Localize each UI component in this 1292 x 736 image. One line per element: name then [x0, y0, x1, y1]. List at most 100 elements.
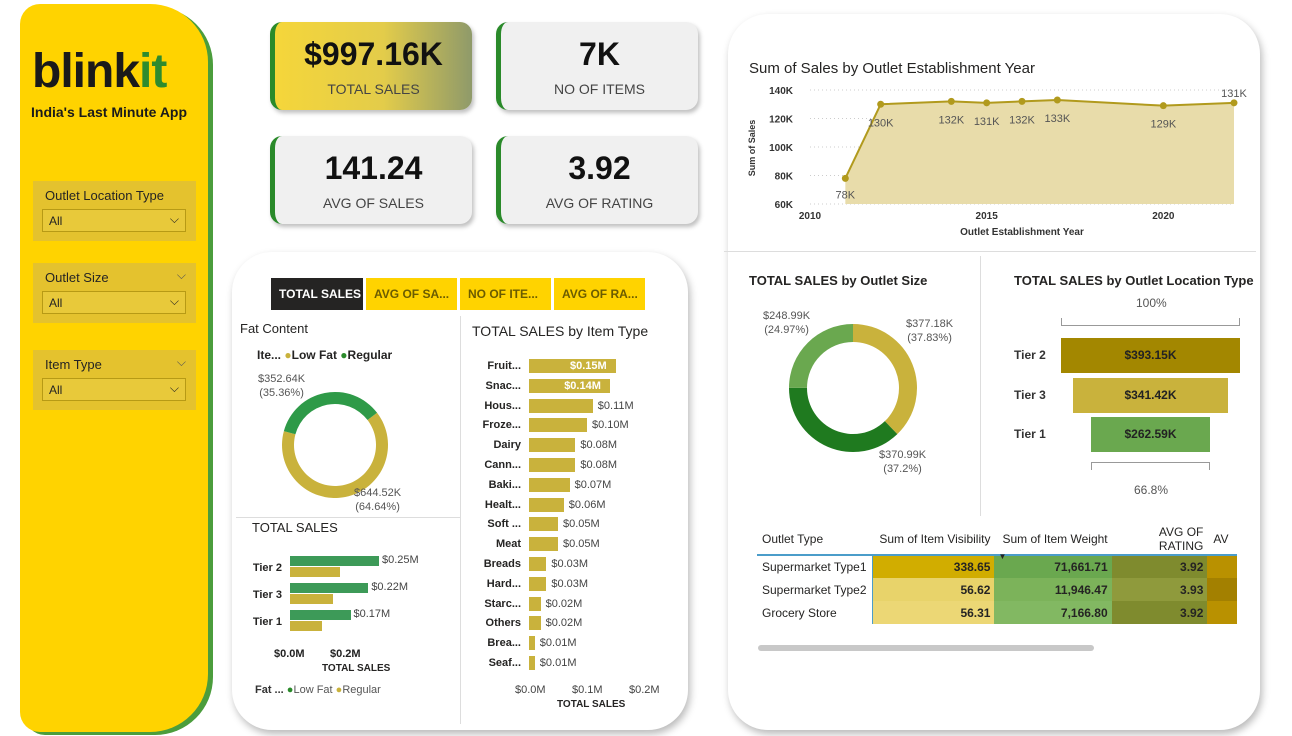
- x-axis-label: TOTAL SALES: [557, 699, 626, 710]
- data-point: [983, 99, 991, 107]
- column-header[interactable]: Sum of Item Weight ▼: [994, 524, 1111, 561]
- kpi-avg-of-rating[interactable]: 3.92 AVG OF RATING: [496, 136, 698, 224]
- y-tick-label: 100K: [769, 143, 794, 154]
- bar[interactable]: [529, 398, 593, 413]
- data-point: [1159, 102, 1167, 110]
- bar[interactable]: [290, 621, 323, 631]
- column-header[interactable]: AVG OF RATING: [1112, 524, 1208, 555]
- table-cell: 56.62: [872, 578, 995, 601]
- bar[interactable]: [290, 594, 333, 604]
- slicer-dropdown[interactable]: All ⌵: [42, 378, 186, 401]
- data-label: $0.01M: [539, 657, 577, 669]
- chevron-down-icon: ⌵: [169, 294, 179, 308]
- legend: Fat ... ●Low Fat ●Regular: [255, 684, 381, 696]
- bar[interactable]: [529, 517, 558, 532]
- category-label: Starc...: [484, 597, 521, 610]
- line-chart[interactable]: 60K 80K 100K 120K 140K 2010 2015 2020 78K 130K 132…: [740, 80, 1250, 240]
- tab-total-sales[interactable]: TOTAL SALES: [271, 278, 363, 310]
- bar[interactable]: [290, 610, 351, 620]
- slicer-item-type[interactable]: Item Type ⌵ All ⌵: [33, 350, 196, 410]
- bar[interactable]: [290, 567, 340, 577]
- funnel-bottom-pct: 66.8%: [1134, 483, 1169, 497]
- column-header[interactable]: AV: [1207, 524, 1237, 555]
- divider: [980, 256, 981, 516]
- horizontal-scrollbar[interactable]: [758, 645, 1094, 651]
- table-cell: Grocery Store: [757, 601, 873, 624]
- tab-avg-of-sales[interactable]: AVG OF SA...: [366, 278, 457, 310]
- category-label: Soft ...: [487, 518, 521, 531]
- x-tick-label: 2010: [799, 211, 822, 222]
- kpi-value: $997.16K: [304, 36, 443, 72]
- bar[interactable]: [529, 438, 576, 453]
- funnel-bar[interactable]: $262.59K: [1090, 417, 1211, 452]
- tab-no-of-items[interactable]: NO OF ITE...: [460, 278, 551, 310]
- slicer-outlet-size[interactable]: Outlet Size ⌵ All ⌵: [33, 263, 196, 323]
- table-cell: [1207, 601, 1237, 624]
- bar[interactable]: [529, 576, 547, 591]
- funnel-bar[interactable]: $341.42K: [1072, 378, 1229, 413]
- category-label: Fruit...: [487, 360, 521, 372]
- slice-label: $377.18K (37.83%): [906, 318, 954, 344]
- table-cell: 3.93: [1111, 578, 1208, 601]
- table-cell: Supermarket Type2: [757, 578, 873, 601]
- data-label: $0.08M: [580, 439, 618, 452]
- bar[interactable]: [529, 537, 558, 552]
- funnel-bar[interactable]: $393.15K: [1061, 338, 1240, 373]
- x-tick-label: $0.2M: [629, 684, 660, 696]
- data-label: $0.03M: [551, 558, 589, 570]
- data-point: [1053, 96, 1061, 104]
- bar[interactable]: [529, 616, 541, 631]
- bar[interactable]: [290, 583, 369, 593]
- category-label: Tier 1: [252, 616, 282, 628]
- chevron-down-icon[interactable]: ⌵: [177, 355, 186, 370]
- kpi-total-sales[interactable]: $997.16K TOTAL SALES: [270, 22, 472, 110]
- bar[interactable]: [529, 596, 541, 611]
- tier-bar-title: TOTAL SALES: [252, 520, 338, 535]
- data-label: 78K: [836, 189, 856, 201]
- table-cell: 71,661.71: [994, 555, 1112, 578]
- data-point: [1018, 97, 1026, 105]
- data-label: 132K: [1009, 114, 1035, 126]
- data-label: $0.03M: [551, 577, 589, 590]
- bar[interactable]: [529, 497, 564, 512]
- column-header[interactable]: Sum of Item Visibility: [872, 524, 994, 555]
- y-axis-label: Sum of Sales: [747, 120, 757, 177]
- chevron-down-icon[interactable]: ⌵: [177, 268, 186, 283]
- x-tick-label: $0.2M: [330, 648, 361, 660]
- data-label: $0.08M: [580, 459, 618, 471]
- table-row[interactable]: Supermarket Type1 338.65 71,661.71 3.92: [757, 555, 1237, 578]
- table-cell: 56.31: [872, 601, 995, 624]
- bar[interactable]: [529, 458, 576, 472]
- kpi-label: AVG OF SALES: [323, 195, 424, 211]
- kpi-avg-of-sales[interactable]: 141.24 AVG OF SALES: [270, 136, 472, 224]
- table-row[interactable]: Grocery Store 56.31 7,166.80 3.92: [757, 601, 1237, 624]
- matrix-table[interactable]: Outlet Type Sum of Item Visibility Sum o…: [757, 524, 1237, 624]
- bar[interactable]: [529, 477, 570, 492]
- data-point: [877, 100, 885, 108]
- kpi-no-of-items[interactable]: 7K NO OF ITEMS: [496, 22, 698, 110]
- y-tick-label: 120K: [769, 115, 794, 126]
- slicer-dropdown[interactable]: All ⌵: [42, 291, 186, 314]
- bar[interactable]: [529, 636, 535, 651]
- bar[interactable]: [529, 656, 535, 670]
- bar[interactable]: [290, 556, 379, 566]
- table-row[interactable]: Supermarket Type2 56.62 11,946.47 3.93: [757, 578, 1237, 601]
- slicer-dropdown[interactable]: All ⌵: [42, 209, 186, 232]
- slicer-title: Item Type: [45, 357, 102, 372]
- item-type-bar-title: TOTAL SALES by Item Type: [472, 323, 649, 339]
- slice-label: $644.52K (64.64%): [354, 487, 402, 513]
- data-label: 130K: [868, 117, 894, 129]
- bar[interactable]: [529, 557, 547, 571]
- table-cell: 3.92: [1111, 601, 1208, 624]
- donut-slice: [789, 387, 898, 452]
- category-label: Others: [485, 617, 521, 630]
- x-axis-label: Outlet Establishment Year: [960, 227, 1084, 238]
- category-label: Meat: [495, 538, 521, 551]
- funnel-top-pct: 100%: [1136, 296, 1167, 310]
- tab-avg-of-rating[interactable]: AVG OF RA...: [554, 278, 645, 310]
- x-tick-label: 2020: [1152, 211, 1175, 222]
- column-header[interactable]: Outlet Type: [757, 524, 872, 555]
- slicer-outlet-location-type[interactable]: Outlet Location Type All ⌵: [33, 181, 196, 241]
- bar[interactable]: [529, 418, 587, 433]
- data-label: $0.05M: [563, 538, 600, 551]
